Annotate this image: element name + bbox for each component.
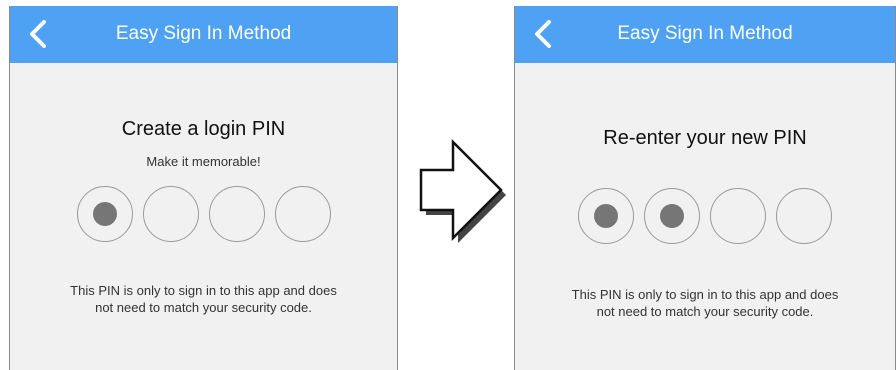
- page-title: Easy Sign In Method: [115, 23, 292, 44]
- pin-digit-3: [710, 188, 766, 244]
- pin-digit-4: [274, 186, 331, 242]
- pin-filled-dot: [594, 204, 618, 228]
- pin-digit-4: [776, 188, 832, 244]
- pin-note-line-2: not need to match your security code.: [95, 300, 312, 315]
- pin-filled-dot: [92, 202, 117, 226]
- pin-heading: Re-enter your new PIN: [603, 127, 807, 149]
- pin-digit-1: [76, 186, 133, 242]
- screen-create-pin: Easy Sign In Method Create a login PIN M…: [9, 6, 398, 370]
- pin-note: This PIN is only to sign in to this app …: [30, 282, 377, 316]
- comparison-canvas: Easy Sign In Method Create a login PIN M…: [0, 0, 896, 370]
- pin-note-line-1: This PIN is only to sign in to this app …: [571, 287, 839, 302]
- pin-filled-dot: [660, 204, 684, 228]
- pin-digit-2: [644, 188, 700, 244]
- pin-digit-2: [142, 186, 199, 242]
- title-bar: Easy Sign In Method: [515, 6, 895, 63]
- pin-subheading: Make it memorable!: [146, 154, 261, 169]
- pin-input[interactable]: [515, 188, 895, 246]
- right-arrow-icon: [419, 138, 506, 243]
- pin-heading: Create a login PIN: [121, 118, 286, 140]
- page-title: Easy Sign In Method: [617, 23, 793, 44]
- pin-input[interactable]: [10, 186, 397, 244]
- pin-digit-3: [208, 186, 265, 242]
- pin-note-line-2: not need to match your security code.: [596, 304, 814, 319]
- pin-note: This PIN is only to sign in to this app …: [535, 286, 875, 320]
- screen-confirm-pin: Easy Sign In Method Re-enter your new PI…: [514, 6, 896, 370]
- pin-digit-1: [578, 188, 634, 244]
- title-bar: Easy Sign In Method: [10, 6, 397, 63]
- pin-note-line-1: This PIN is only to sign in to this app …: [70, 283, 337, 298]
